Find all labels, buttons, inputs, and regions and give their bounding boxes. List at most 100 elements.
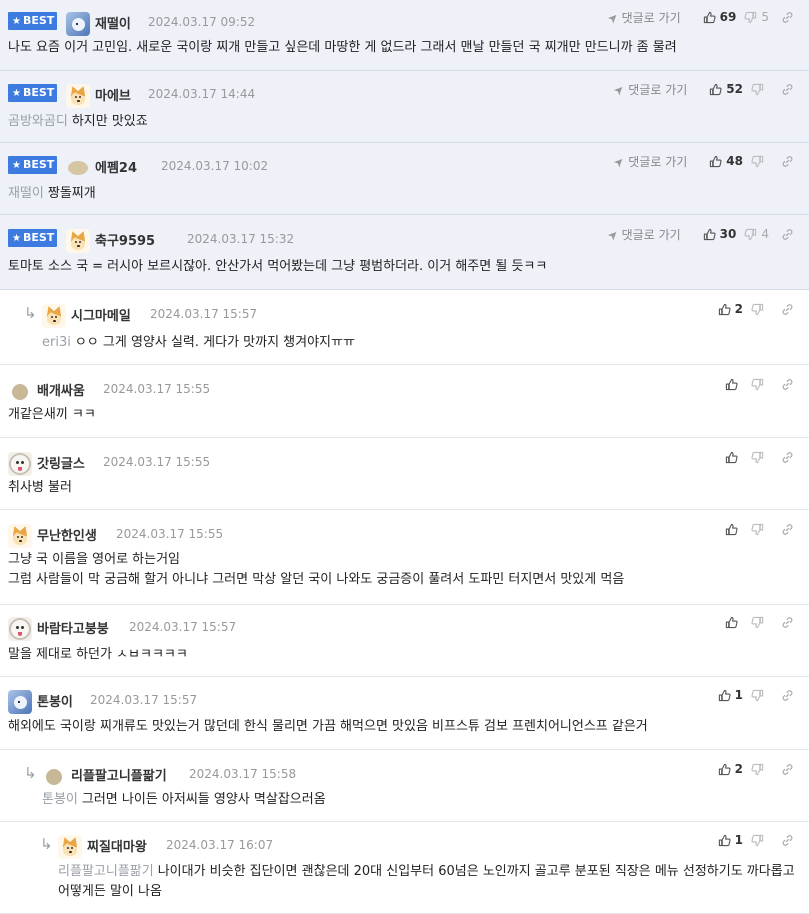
upvote-button[interactable]: 69 bbox=[703, 10, 736, 24]
comment-date: 2024.03.17 15:57 bbox=[150, 307, 258, 321]
author-nickname[interactable]: 갓링글스 bbox=[37, 453, 85, 472]
comment-date: 2024.03.17 15:55 bbox=[103, 382, 211, 396]
upvote-button[interactable]: 30 bbox=[703, 227, 736, 241]
downvote-button[interactable] bbox=[751, 763, 769, 776]
downvote-button[interactable] bbox=[751, 378, 769, 391]
downvote-button[interactable] bbox=[751, 689, 769, 702]
upvote-button[interactable]: 1 bbox=[718, 688, 743, 702]
comment-date: 2024.03.17 16:07 bbox=[166, 838, 274, 852]
upvote-button[interactable]: 48 bbox=[709, 154, 743, 168]
upvote-button[interactable]: 1 bbox=[718, 833, 743, 847]
reply-mention[interactable]: 톤봉이 bbox=[42, 792, 78, 807]
downvote-button[interactable] bbox=[751, 523, 769, 536]
copy-link-button[interactable] bbox=[781, 155, 799, 168]
reply-arrow-icon: ↳ bbox=[24, 304, 37, 322]
upvote-count: 2 bbox=[734, 762, 743, 776]
downvote-button[interactable] bbox=[751, 83, 769, 96]
author-nickname[interactable]: 톤봉이 bbox=[37, 691, 73, 710]
copy-link-button[interactable] bbox=[781, 689, 799, 702]
copy-link-button[interactable] bbox=[781, 83, 799, 96]
author-nickname[interactable]: 무난한인생 bbox=[37, 525, 97, 544]
downvote-button[interactable] bbox=[751, 155, 769, 168]
thumbs-down-icon bbox=[751, 834, 764, 847]
poodle-icon[interactable] bbox=[8, 452, 32, 476]
reply-mention[interactable]: 재떨이 bbox=[8, 186, 44, 201]
thumbs-down-icon bbox=[751, 763, 764, 776]
downvote-count: 5 bbox=[761, 10, 769, 24]
comment-date: 2024.03.17 09:52 bbox=[148, 15, 256, 29]
copy-link-button[interactable] bbox=[781, 378, 799, 391]
author-nickname[interactable]: 축구9595 bbox=[95, 230, 155, 249]
comment-body: 톤봉이 그러면 나이든 아저씨들 영양사 멱살잡으러옴 bbox=[42, 790, 326, 810]
downvote-button[interactable] bbox=[751, 303, 769, 316]
dog-icon[interactable] bbox=[42, 304, 66, 328]
upvote-button[interactable] bbox=[725, 616, 743, 629]
comment-text-line: 말을 제대로 하던가 ㅅㅂㅋㅋㅋㅋ bbox=[8, 647, 188, 662]
comment: 무난한인생 2024.03.17 15:55 그냥 국 이름을 영어로 하는거임 그럼… bbox=[0, 510, 809, 605]
reply-mention[interactable]: 리플팔고니플팖기 bbox=[58, 864, 154, 879]
downvote-button[interactable]: 5 bbox=[744, 10, 769, 24]
copy-link-button[interactable] bbox=[781, 228, 799, 241]
author-nickname[interactable]: 시그마메일 bbox=[71, 305, 131, 324]
dog-icon[interactable] bbox=[58, 835, 82, 859]
comment-text-line: 나도 요즘 이거 고민임. 새로운 국이랑 찌개 만들고 싶은데 마땅한 게 없… bbox=[8, 40, 677, 55]
goto-comment-link[interactable]: ➤댓글로 가기 bbox=[604, 9, 681, 26]
thumbs-up-icon bbox=[725, 451, 738, 464]
dot-icon[interactable] bbox=[12, 384, 28, 400]
thumbs-down-icon bbox=[751, 523, 764, 536]
poodle-icon[interactable] bbox=[8, 617, 32, 641]
upvote-button[interactable] bbox=[725, 451, 743, 464]
comment-actions bbox=[717, 521, 799, 537]
downvote-button[interactable] bbox=[751, 451, 769, 464]
author-nickname[interactable]: 배개싸움 bbox=[37, 380, 85, 399]
goto-comment-link[interactable]: ➤댓글로 가기 bbox=[611, 81, 688, 98]
upvote-button[interactable]: 52 bbox=[709, 82, 743, 96]
downvote-button[interactable]: 4 bbox=[744, 227, 769, 241]
copy-link-button[interactable] bbox=[781, 11, 799, 24]
author-nickname[interactable]: 바람타고붕붕 bbox=[37, 618, 109, 637]
copy-link-button[interactable] bbox=[781, 616, 799, 629]
author-nickname[interactable]: 마에브 bbox=[95, 85, 131, 104]
upvote-button[interactable]: 2 bbox=[718, 762, 743, 776]
comment-actions bbox=[717, 449, 799, 465]
best-badge: ★ BEST bbox=[8, 156, 57, 174]
goto-comment-link[interactable]: ➤댓글로 가기 bbox=[611, 153, 688, 170]
reply-mention[interactable]: 곰방와곰디 bbox=[8, 114, 68, 129]
copy-link-button[interactable] bbox=[781, 523, 799, 536]
best-badge: ★ BEST bbox=[8, 229, 57, 247]
goto-comment-link[interactable]: ➤댓글로 가기 bbox=[604, 226, 681, 243]
thumbs-down-icon bbox=[751, 378, 764, 391]
star-icon: ★ bbox=[12, 233, 21, 244]
upvote-button[interactable] bbox=[725, 523, 743, 536]
upvote-button[interactable] bbox=[725, 378, 743, 391]
author-nickname[interactable]: 리플팔고니플팖기 bbox=[71, 765, 167, 784]
author-nickname[interactable]: 찌질대마왕 bbox=[87, 836, 147, 855]
author-nickname[interactable]: 재떨이 bbox=[95, 13, 131, 32]
best-comment: ★ BEST 축구9595 2024.03.17 15:32 ➤댓글로 가기 30 4 토마토… bbox=[0, 215, 809, 290]
author-nickname[interactable]: 에펨24 bbox=[95, 157, 137, 176]
dog-icon[interactable] bbox=[66, 84, 90, 108]
copy-link-button[interactable] bbox=[781, 763, 799, 776]
upvote-count: 1 bbox=[734, 833, 743, 847]
downvote-button[interactable] bbox=[751, 834, 769, 847]
fox-icon[interactable] bbox=[8, 690, 32, 714]
best-badge: ★ BEST bbox=[8, 12, 57, 30]
thumbs-up-icon bbox=[725, 523, 738, 536]
dot-icon[interactable] bbox=[46, 769, 62, 785]
dog-icon[interactable] bbox=[8, 524, 32, 548]
upvote-button[interactable]: 2 bbox=[718, 302, 743, 316]
downvote-button[interactable] bbox=[751, 616, 769, 629]
copy-link-button[interactable] bbox=[781, 834, 799, 847]
link-icon bbox=[781, 83, 794, 96]
dog-icon[interactable] bbox=[66, 229, 90, 253]
copy-link-button[interactable] bbox=[781, 451, 799, 464]
comment-date: 2024.03.17 15:55 bbox=[103, 455, 211, 469]
blob-icon[interactable] bbox=[66, 156, 90, 180]
comment-text-line: 토마토 소스 국 = 러시아 보르시잖아. 안산가서 먹어봤는데 그냥 평범하더… bbox=[8, 259, 548, 274]
copy-link-button[interactable] bbox=[781, 303, 799, 316]
fox-icon[interactable] bbox=[66, 12, 90, 36]
thumbs-up-icon bbox=[725, 378, 738, 391]
comment-date: 2024.03.17 15:32 bbox=[187, 232, 295, 246]
reply-mention[interactable]: eri3i bbox=[42, 335, 71, 350]
comment: 바람타고붕붕 2024.03.17 15:57 말을 제대로 하던가 ㅅㅂㅋㅋㅋㅋ bbox=[0, 605, 809, 677]
